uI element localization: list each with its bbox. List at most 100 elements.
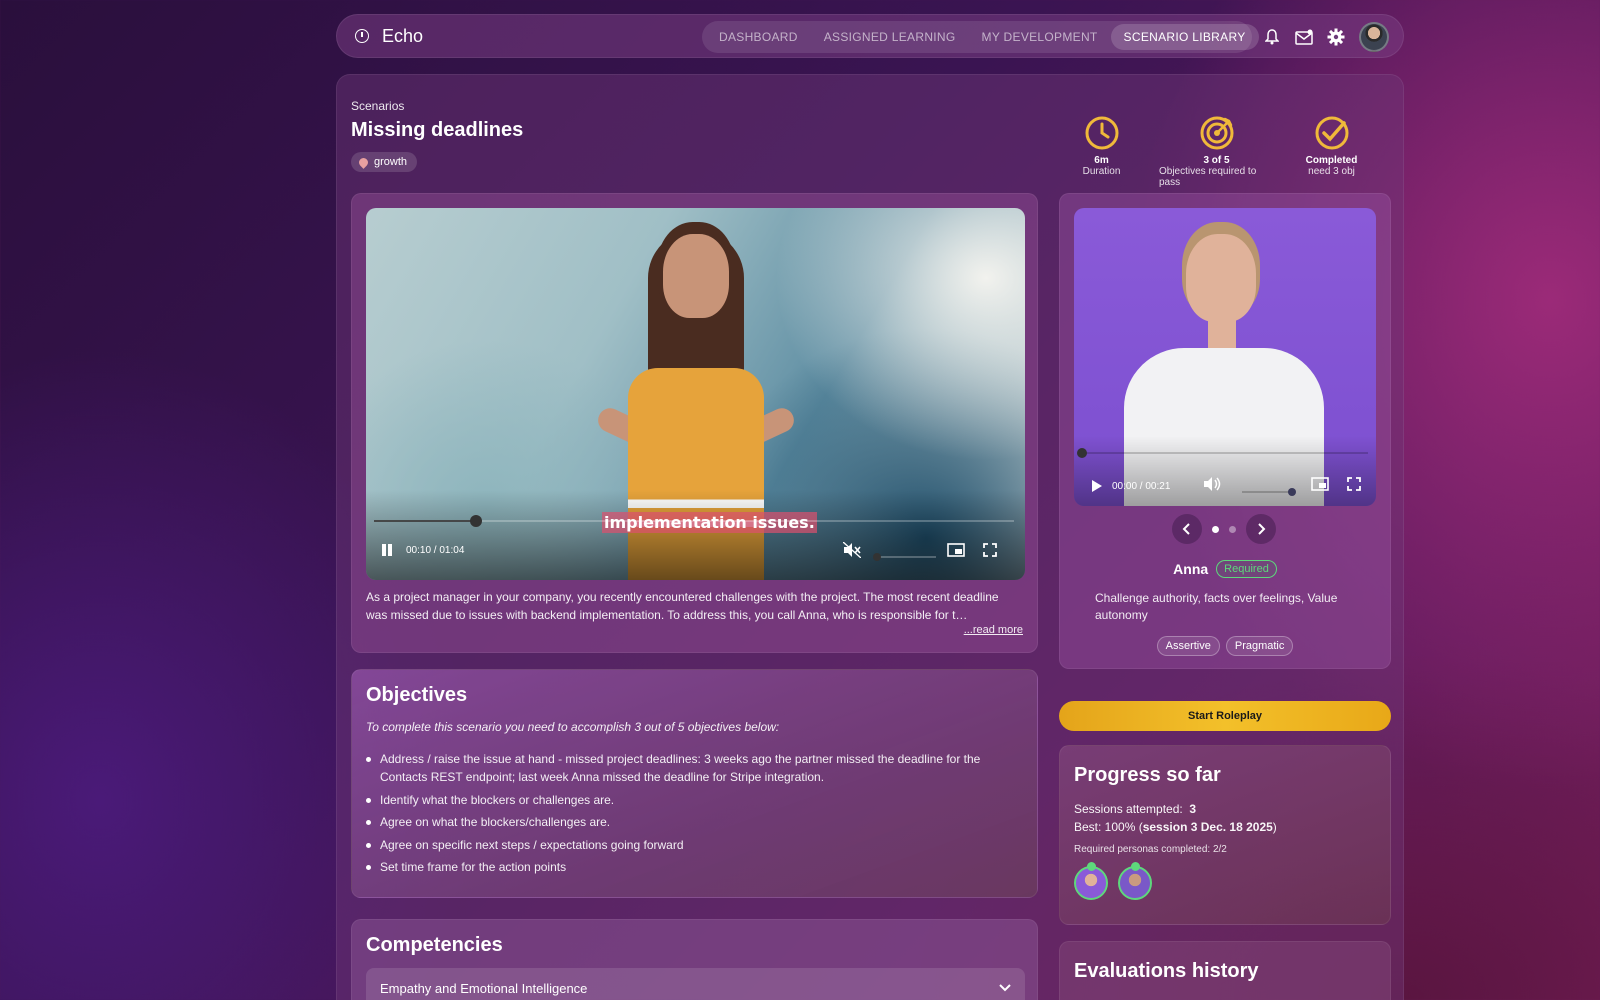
persona-video-shade (1074, 436, 1376, 506)
volume-icon[interactable] (1202, 474, 1222, 494)
stat-label: Objectives required to pass (1159, 166, 1257, 188)
picture-in-picture-icon[interactable] (1310, 474, 1330, 494)
chevron-right-icon[interactable] (1246, 514, 1276, 544)
objective-item: Set time frame for the action points (366, 858, 1016, 876)
progress-card: Progress so far Sessions attempted: 3 Be… (1059, 745, 1391, 925)
completed-persona-avatar[interactable] (1074, 862, 1108, 900)
picture-in-picture-icon[interactable] (946, 540, 966, 560)
scrubber-handle[interactable] (1077, 448, 1087, 458)
intro-video[interactable]: implementation issues. 00:10 / 01:04 (366, 208, 1025, 580)
volume-handle[interactable] (873, 553, 881, 561)
stat-objectives: 3 of 5 Objectives required to pass (1159, 115, 1274, 188)
carousel-dot[interactable] (1229, 525, 1236, 533)
tab-my-development[interactable]: MY DEVELOPMENT (969, 24, 1111, 50)
stat-value: 3 of 5 (1203, 155, 1230, 166)
progress-title: Progress so far (1074, 764, 1221, 786)
completed-persona-avatar[interactable] (1118, 862, 1152, 900)
persona-video-controls: 00:00 / 00:21 (1092, 480, 1170, 492)
objectives-intro: To complete this scenario you need to ac… (366, 720, 780, 734)
volume-slider[interactable] (873, 553, 936, 561)
video-caption: implementation issues. (602, 512, 817, 533)
competencies-title: Competencies (366, 934, 503, 956)
intro-video-card: implementation issues. 00:10 / 01:04 As … (351, 193, 1038, 653)
sessions-value: 3 (1189, 802, 1197, 816)
video-shade (366, 490, 1025, 580)
persona-card: 00:00 / 00:21 Anna Required Challenge au… (1059, 193, 1391, 669)
competency-label: Empathy and Emotional Intelligence (380, 980, 588, 996)
persona-name: Anna (1173, 561, 1209, 577)
presenter-head (663, 234, 729, 318)
chevron-left-icon[interactable] (1172, 514, 1202, 544)
trait-chip: Pragmatic (1225, 636, 1294, 656)
objectives-title: Objectives (366, 684, 468, 706)
best-score: Best: 100% (session 3 Dec. 18 2025) (1074, 820, 1277, 834)
brand[interactable]: Echo (355, 26, 423, 47)
mute-icon[interactable] (842, 540, 862, 560)
best-label: Best: 100% ( (1074, 820, 1143, 834)
scenario-main-card: Scenarios Missing deadlines growth 6m Du… (336, 74, 1404, 1000)
tab-dashboard[interactable]: DASHBOARD (706, 24, 811, 50)
check-icon (1087, 862, 1096, 871)
persona-video-time: 00:00 / 00:21 (1112, 480, 1171, 492)
scrubber-fill (374, 520, 477, 522)
read-more-link[interactable]: ...read more (964, 624, 1023, 636)
objectives-list: Address / raise the issue at hand - miss… (366, 750, 1016, 881)
description-line: was missed due to issues with backend im… (366, 608, 968, 622)
stat-value: 6m (1094, 155, 1109, 166)
tab-scenario-library[interactable]: SCENARIO LIBRARY (1110, 24, 1259, 50)
objective-item: Agree on what the blockers/challenges ar… (366, 813, 1016, 831)
volume-handle[interactable] (1288, 488, 1296, 496)
sessions-attempted: Sessions attempted: 3 (1074, 802, 1196, 816)
tab-assigned-learning[interactable]: ASSIGNED LEARNING (811, 24, 969, 50)
persona-video[interactable]: 00:00 / 00:21 (1074, 208, 1376, 506)
bell-icon[interactable] (1263, 28, 1281, 46)
top-navigation-bar: Echo DASHBOARD ASSIGNED LEARNING MY DEVE… (336, 14, 1404, 58)
carousel-dot[interactable] (1212, 525, 1219, 533)
rocket-icon (357, 155, 370, 169)
persona-video-scrubber[interactable] (1077, 448, 1368, 458)
objectives-card: Objectives To complete this scenario you… (351, 669, 1038, 898)
competencies-card: Competencies Empathy and Emotional Intel… (351, 919, 1038, 1000)
fullscreen-icon[interactable] (1344, 474, 1364, 494)
start-roleplay-button[interactable]: Start Roleplay (1059, 701, 1391, 731)
required-badge: Required (1216, 560, 1277, 578)
stat-duration: 6m Duration (1044, 115, 1159, 188)
persona-description: Challenge authority, facts over feelings… (1095, 591, 1338, 622)
objective-item: Identify what the blockers or challenges… (366, 791, 1016, 809)
check-icon (1131, 862, 1140, 871)
nav-icons (1263, 15, 1389, 59)
breadcrumb[interactable]: Scenarios (351, 99, 404, 113)
objective-item: Agree on specific next steps / expectati… (366, 836, 1016, 854)
objective-item: Address / raise the issue at hand - miss… (366, 750, 1016, 786)
nav-tabs: DASHBOARD ASSIGNED LEARNING MY DEVELOPME… (702, 21, 1259, 53)
scenario-tag: growth (351, 152, 418, 172)
video-scrubber[interactable] (374, 515, 1014, 527)
pause-icon[interactable] (380, 543, 394, 557)
evaluations-history-card: Evaluations history (1059, 941, 1391, 1000)
best-session[interactable]: session 3 Dec. 18 2025 (1143, 820, 1273, 834)
trait-chip: Assertive (1156, 636, 1220, 656)
sessions-label: Sessions attempted: (1074, 802, 1183, 816)
chevron-down-icon (999, 984, 1011, 992)
description-line: As a project manager in your company, yo… (366, 590, 999, 604)
logo-icon (355, 29, 369, 43)
video-time: 00:10 / 01:04 (406, 544, 465, 556)
best-suffix: ) (1272, 820, 1277, 834)
persona-name-row: Anna Required (1060, 560, 1390, 578)
scenario-description: As a project manager in your company, yo… (366, 588, 1025, 624)
video-left-controls: 00:10 / 01:04 (380, 543, 464, 557)
persona-image (1186, 234, 1256, 322)
fullscreen-icon[interactable] (980, 540, 1000, 560)
volume-slider[interactable] (1242, 488, 1296, 496)
stat-label: need 3 obj (1308, 166, 1355, 177)
required-personas-completed: Required personas completed: 2/2 (1074, 844, 1227, 855)
evaluations-title: Evaluations history (1074, 960, 1259, 982)
competency-accordion-item[interactable]: Empathy and Emotional Intelligence (366, 968, 1025, 1000)
gear-icon[interactable] (1327, 28, 1345, 46)
mail-icon[interactable] (1295, 28, 1313, 46)
play-icon[interactable] (1092, 480, 1102, 492)
user-avatar[interactable] (1359, 22, 1389, 52)
scenario-stats: 6m Duration 3 of 5 Objectives required t… (1044, 115, 1389, 188)
stat-value: Completed (1305, 155, 1358, 166)
persona-traits: Assertive Pragmatic (1060, 636, 1390, 656)
